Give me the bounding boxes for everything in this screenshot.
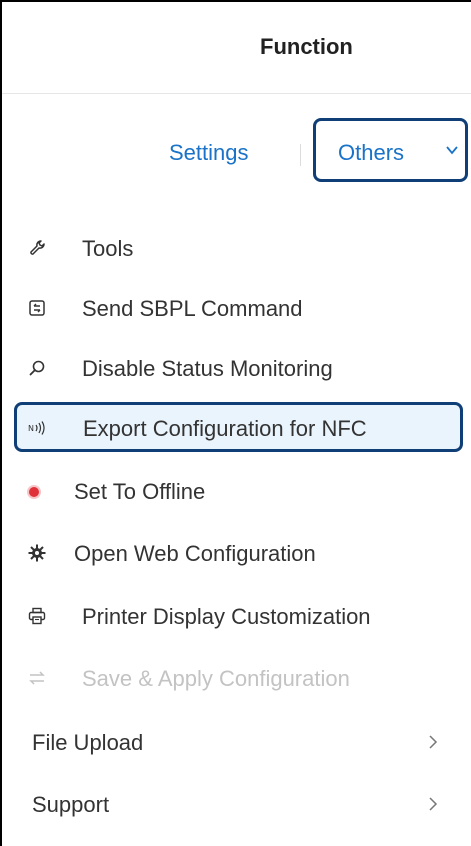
tab-others-dropdown[interactable]: Others: [313, 118, 468, 182]
menu-item-printer-display-customization[interactable]: Printer Display Customization: [2, 590, 471, 644]
tab-others-label: Others: [338, 140, 405, 165]
menu-item-label: Set To Offline: [74, 479, 206, 504]
menu-item-disable-status-monitoring[interactable]: Disable Status Monitoring: [2, 342, 471, 396]
command-box-icon: [29, 300, 45, 316]
menu-item-set-to-offline[interactable]: Set To Offline: [2, 465, 471, 519]
menu-item-save-apply-configuration: Save & Apply Configuration: [2, 652, 471, 706]
menu-item-tools[interactable]: Tools: [2, 222, 471, 276]
menu-item-label: Open Web Configuration: [74, 541, 316, 566]
menu-item-label: Send SBPL Command: [82, 296, 303, 321]
chevron-right-icon: [429, 797, 438, 811]
svg-text:N: N: [28, 424, 34, 433]
swap-arrows-icon: [29, 671, 45, 685]
menu-item-label: Support: [32, 792, 110, 817]
red-status-dot-icon: [29, 487, 39, 497]
menu-item-label: Save & Apply Configuration: [82, 666, 350, 691]
menu-item-label: Printer Display Customization: [82, 604, 371, 629]
nfc-icon: N: [28, 421, 45, 435]
tab-divider: [300, 144, 301, 166]
menu-item-label: Export Configuration for NFC: [83, 416, 367, 441]
printer-icon: [28, 607, 46, 625]
chevron-down-icon: [446, 146, 458, 155]
panel-header: Function: [2, 2, 471, 94]
menu-item-export-configuration-nfc[interactable]: N Export Configuration for NFC: [14, 402, 463, 452]
chevron-right-icon: [429, 735, 438, 749]
function-panel: Function Settings Others Tools Send SBPL…: [0, 0, 471, 846]
menu-item-label: Tools: [82, 236, 134, 261]
menu-item-send-sbpl-command[interactable]: Send SBPL Command: [2, 282, 471, 336]
wrench-icon: [30, 240, 45, 255]
tab-settings[interactable]: Settings: [169, 140, 249, 166]
menu-item-open-web-configuration[interactable]: Open Web Configuration: [2, 527, 471, 581]
menu-item-label: File Upload: [32, 730, 144, 755]
menu-item-support[interactable]: Support: [2, 778, 471, 832]
panel-title: Function: [260, 34, 353, 59]
menu-item-file-upload[interactable]: File Upload: [2, 716, 471, 770]
menu-item-label: Disable Status Monitoring: [82, 356, 333, 381]
magnifier-icon: [29, 360, 45, 376]
tab-bar: Settings Others: [2, 94, 471, 206]
gear-icon: [28, 544, 46, 562]
